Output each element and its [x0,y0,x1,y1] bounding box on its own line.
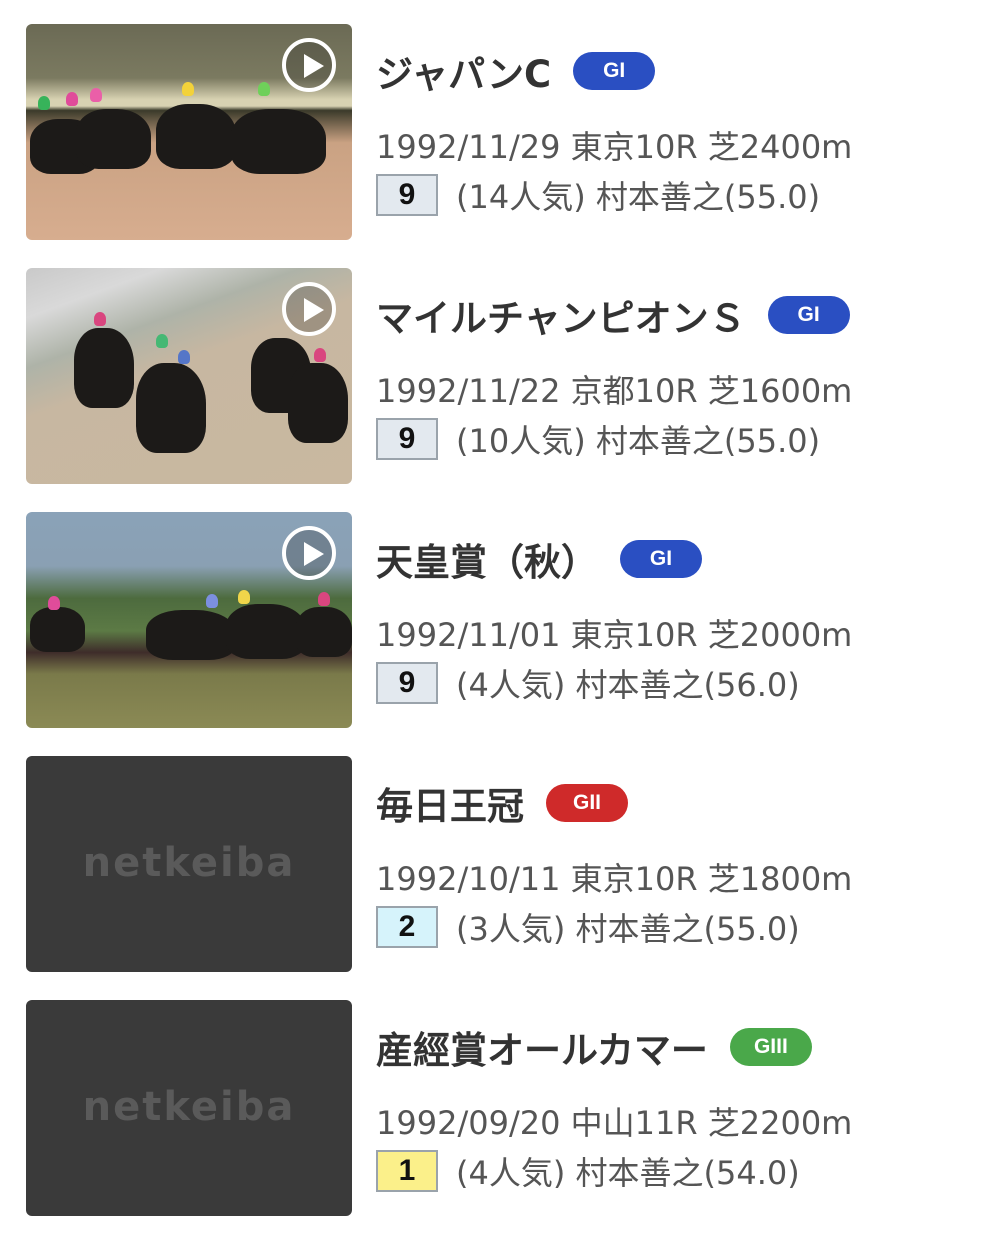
jockey-figure [94,312,106,326]
jockey-figure [90,88,102,102]
jockey-figure [206,594,218,608]
horse-figure [74,328,134,408]
race-item[interactable]: ジャパンC GI 1992/11/29 東京10R 芝2400m 9 (14人気… [0,24,984,244]
jockey-figure [156,334,168,348]
horse-figure [288,363,348,443]
result-row: 9 (10人気) 村本善之(55.0) [376,416,820,462]
jockey-figure [38,96,50,110]
race-meta: 1992/09/20 中山11R 芝2200m [376,1104,853,1142]
race-name[interactable]: ジャパンC [376,44,551,98]
race-item[interactable]: 天皇賞（秋） GI 1992/11/01 東京10R 芝2000m 9 (4人気… [0,512,984,732]
race-results-list: ジャパンC GI 1992/11/29 東京10R 芝2400m 9 (14人気… [0,0,984,1234]
race-title-row: ジャパンC GI [376,44,656,98]
horse-figure [226,604,306,659]
race-name[interactable]: 天皇賞（秋） [376,532,598,586]
race-item[interactable]: netkeiba 産經賞オールカマー GIII 1992/09/20 中山11R… [0,1000,984,1220]
result-row: 9 (14人気) 村本善之(55.0) [376,172,820,218]
race-name[interactable]: 毎日王冠 [376,776,524,830]
jockey-figure [66,92,78,106]
result-details: (10人気) 村本善之(55.0) [456,422,821,460]
grade-badge: GIII [729,1028,812,1066]
result-details: (4人気) 村本善之(56.0) [456,666,800,704]
horse-figure [76,109,151,169]
race-meta: 1992/11/29 東京10R 芝2400m [376,128,853,166]
result-row: 9 (4人気) 村本善之(56.0) [376,660,800,706]
jockey-figure [48,596,60,610]
horse-figure [30,607,85,652]
grade-badge: GI [620,540,702,578]
play-icon[interactable] [282,526,336,580]
race-meta: 1992/10/11 東京10R 芝1800m [376,860,853,898]
jockey-figure [258,82,270,96]
horse-figure [146,610,236,660]
race-video-thumbnail[interactable] [26,512,352,728]
race-item[interactable]: netkeiba 毎日王冠 GII 1992/10/11 東京10R 芝1800… [0,756,984,976]
race-name[interactable]: 産經賞オールカマー [376,1020,708,1074]
thumbnail-placeholder: netkeiba [26,756,352,972]
race-item[interactable]: マイルチャンピオンＳ GI 1992/11/22 京都10R 芝1600m 9 … [0,268,984,488]
result-row: 2 (3人気) 村本善之(55.0) [376,904,800,950]
race-title-row: マイルチャンピオンＳ GI [376,290,850,340]
horse-figure [136,363,206,453]
grade-badge: GI [767,296,850,334]
race-video-thumbnail[interactable] [26,268,352,484]
race-video-thumbnail[interactable] [26,24,352,240]
netkeiba-logo: netkeiba [82,1084,296,1130]
finish-position-box: 9 [376,662,438,704]
jockey-figure [182,82,194,96]
grade-badge: GI [573,52,656,90]
grade-badge: GII [546,784,628,822]
race-meta: 1992/11/01 東京10R 芝2000m [376,616,853,654]
result-row: 1 (4人気) 村本善之(54.0) [376,1148,800,1194]
horse-figure [296,607,352,657]
jockey-figure [238,590,250,604]
jockey-figure [318,592,330,606]
finish-position-box: 1 [376,1150,438,1192]
horse-figure [156,104,236,169]
horse-figure [231,109,326,174]
jockey-figure [178,350,190,364]
play-icon[interactable] [282,282,336,336]
race-title-row: 産經賞オールカマー GIII [376,1022,812,1072]
race-title-row: 天皇賞（秋） GI [376,534,702,584]
race-meta: 1992/11/22 京都10R 芝1600m [376,372,853,410]
race-title-row: 毎日王冠 GII [376,778,628,828]
result-details: (14人気) 村本善之(55.0) [456,178,821,216]
thumbnail-placeholder: netkeiba [26,1000,352,1216]
play-icon[interactable] [282,38,336,92]
result-details: (4人気) 村本善之(54.0) [456,1154,800,1192]
result-details: (3人気) 村本善之(55.0) [456,910,800,948]
race-name[interactable]: マイルチャンピオンＳ [376,288,746,342]
jockey-figure [314,348,326,362]
netkeiba-logo: netkeiba [82,840,296,886]
finish-position-box: 9 [376,418,438,460]
finish-position-box: 2 [376,906,438,948]
finish-position-box: 9 [376,174,438,216]
